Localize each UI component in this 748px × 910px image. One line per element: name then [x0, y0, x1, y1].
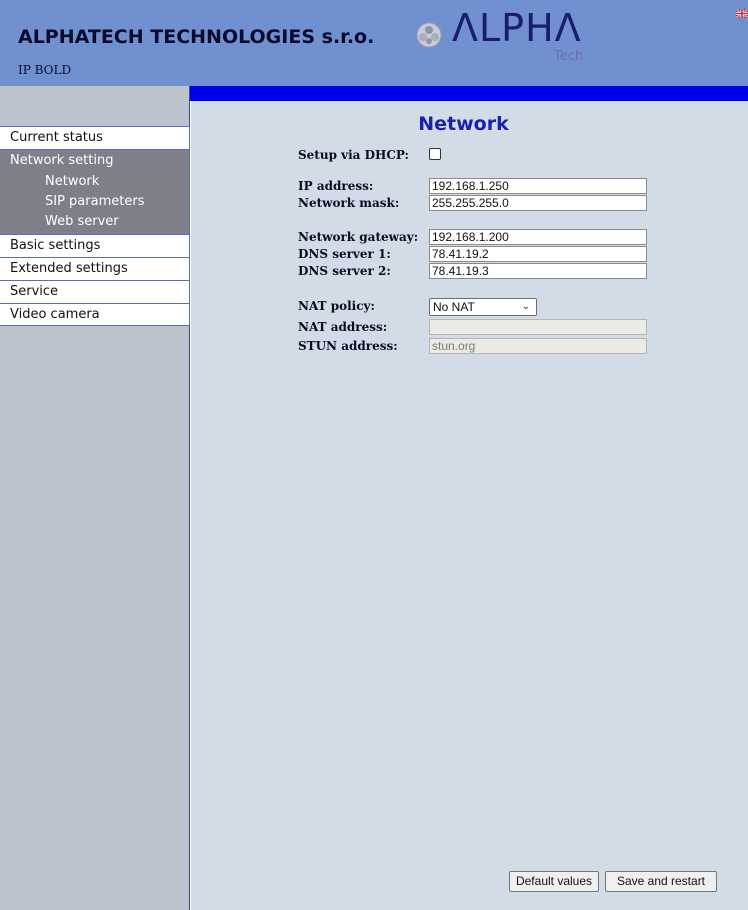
network-mask-row: Network mask: 255.255.255.0 [298, 195, 658, 212]
gateway-row: Network gateway: 192.168.1.200 [298, 229, 658, 246]
sidebar-subitem-network[interactable]: Network [0, 172, 189, 192]
dns1-label: DNS server 1: [298, 247, 391, 261]
alpha-logo-wordmark: ΛLPHΛ [452, 6, 582, 50]
sidebar-item-network-setting[interactable]: Network setting [0, 150, 189, 172]
stun-address-label: STUN address: [298, 339, 398, 353]
dhcp-checkbox[interactable] [429, 148, 441, 160]
main-content: Network Setup via DHCP: IP address: 192.… [191, 101, 748, 910]
chevron-down-icon: ⌄ [521, 301, 530, 312]
default-values-button[interactable]: Default values [509, 871, 599, 892]
page-title-text: Network [418, 113, 509, 135]
sidebar-item-video-camera[interactable]: Video camera [0, 303, 190, 326]
dns1-input[interactable]: 78.41.19.2 [429, 246, 647, 262]
nat-address-input[interactable] [429, 319, 647, 335]
nat-policy-label: NAT policy: [298, 299, 375, 313]
sidebar-item-service[interactable]: Service [0, 280, 190, 303]
dns2-label: DNS server 2: [298, 264, 391, 278]
network-mask-input[interactable]: 255.255.255.0 [429, 195, 647, 211]
nat-address-label: NAT address: [298, 320, 388, 334]
gateway-input[interactable]: 192.168.1.200 [429, 229, 647, 245]
company-name: ALPHATECH TECHNOLOGIES s.r.o. [18, 26, 375, 48]
sidebar-subitem-web-server[interactable]: Web server [0, 212, 189, 232]
stun-address-row: STUN address: stun.org [298, 338, 658, 355]
save-and-restart-button[interactable]: Save and restart [605, 871, 717, 892]
ip-address-label: IP address: [298, 179, 374, 193]
dhcp-label: Setup via DHCP: [298, 148, 409, 162]
nat-address-row: NAT address: [298, 319, 658, 336]
network-mask-label: Network mask: [298, 196, 400, 210]
nat-policy-value: No NAT [433, 300, 475, 314]
uk-flag-icon[interactable] [736, 9, 748, 18]
alpha-logo-tech: Tech [554, 49, 584, 64]
sidebar-subitem-sip-parameters[interactable]: SIP parameters [0, 192, 189, 212]
ip-address-row: IP address: 192.168.1.250 [298, 178, 658, 195]
company-emblem-icon [416, 22, 442, 48]
nat-policy-row: NAT policy: No NAT ⌄ [298, 298, 658, 316]
dns2-input[interactable]: 78.41.19.3 [429, 263, 647, 279]
ip-address-input[interactable]: 192.168.1.250 [429, 178, 647, 194]
stun-address-input[interactable]: stun.org [429, 338, 647, 354]
sidebar-item-extended-settings[interactable]: Extended settings [0, 257, 190, 280]
dhcp-row: Setup via DHCP: [298, 147, 658, 164]
dns2-row: DNS server 2: 78.41.19.3 [298, 263, 658, 280]
nat-policy-select[interactable]: No NAT ⌄ [429, 298, 537, 316]
gateway-label: Network gateway: [298, 230, 419, 244]
sidebar-group-network-setting: Network setting Network SIP parameters W… [0, 149, 190, 234]
product-name: IP BOLD [18, 63, 72, 77]
dns1-row: DNS server 1: 78.41.19.2 [298, 246, 658, 263]
page-title: Network [191, 113, 748, 135]
sidebar-item-basic-settings[interactable]: Basic settings [0, 234, 190, 257]
sidebar-menu: Current status Network setting Network S… [0, 126, 190, 326]
sidebar-item-current-status[interactable]: Current status [0, 126, 190, 149]
accent-bar [190, 86, 748, 101]
page-header: ALPHATECH TECHNOLOGIES s.r.o. IP BOLD ΛL… [0, 0, 748, 86]
